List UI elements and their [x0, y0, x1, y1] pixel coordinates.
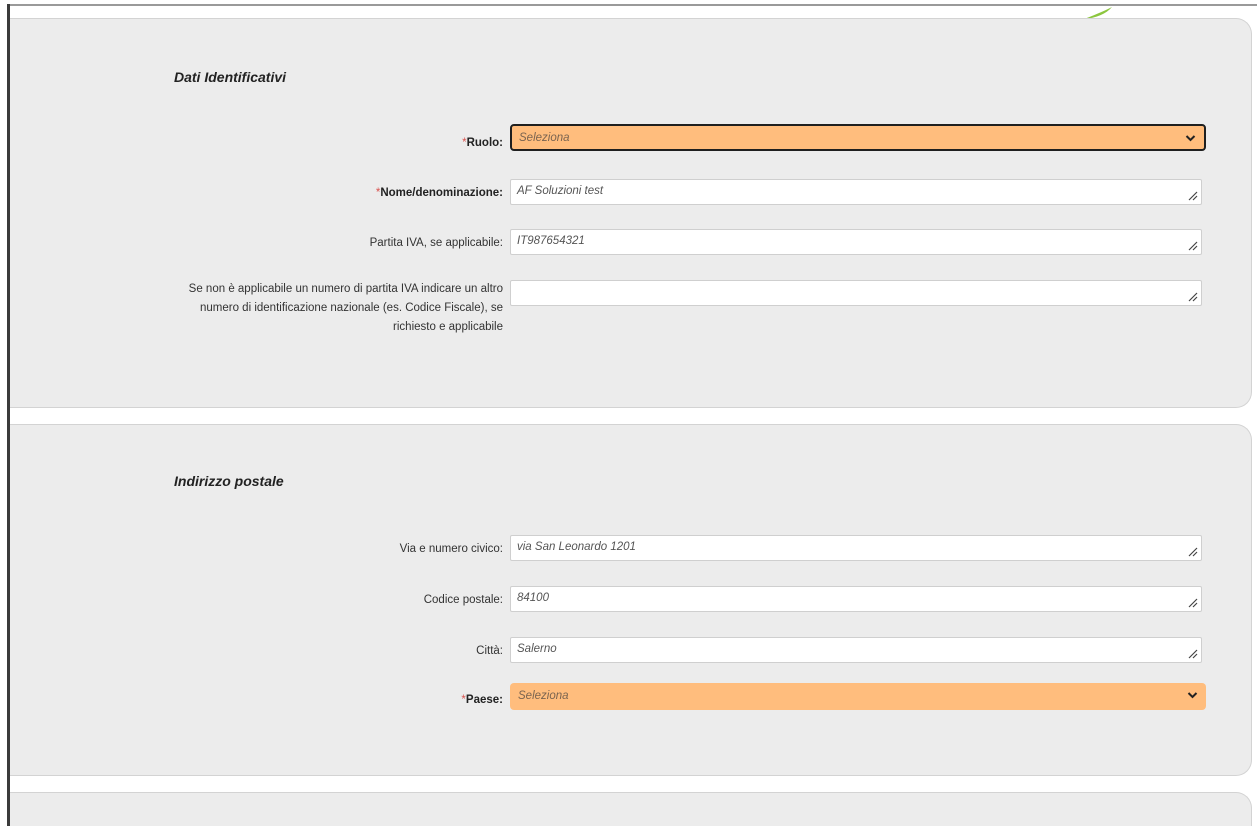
- nome-value: AF Soluzioni test: [517, 185, 604, 197]
- citta-label: Città:: [476, 645, 503, 657]
- cap-value: 84100: [517, 592, 549, 604]
- ruolo-select-value: Seleziona: [519, 132, 570, 144]
- altro-id-label: Se non è applicabile un numero di partit…: [103, 280, 503, 337]
- resize-handle-icon[interactable]: [1188, 547, 1198, 557]
- cap-label: Codice postale:: [423, 594, 503, 606]
- ruolo-label-text: Ruolo:: [466, 137, 503, 149]
- via-textarea[interactable]: via San Leonardo 1201: [510, 535, 1202, 561]
- piva-value: IT987654321: [517, 235, 585, 247]
- chevron-down-icon: [1185, 135, 1196, 142]
- altro-id-label-line-3: richiesto e applicabile: [393, 321, 503, 333]
- top-divider: [7, 4, 1257, 6]
- altro-id-textarea[interactable]: [510, 280, 1202, 306]
- altro-id-label-line-2: numero di identificazione nazionale (es.…: [200, 302, 503, 314]
- paese-label: *Paese:: [103, 691, 503, 709]
- form-page: 1 Dati Identificativi *Ruolo: Seleziona …: [0, 0, 1257, 826]
- section-title-dati: Dati Identificativi: [174, 69, 287, 85]
- nome-label-text: Nome/denominazione:: [380, 187, 503, 199]
- dati-identificativi-panel: Dati Identificativi *Ruolo: Seleziona *N…: [10, 18, 1252, 408]
- resize-handle-icon[interactable]: [1188, 649, 1198, 659]
- next-section-panel: [10, 792, 1252, 826]
- paese-select-value: Seleziona: [518, 690, 569, 702]
- resize-handle-icon[interactable]: [1188, 191, 1198, 201]
- cap-textarea[interactable]: 84100: [510, 586, 1202, 612]
- resize-handle-icon[interactable]: [1188, 598, 1198, 608]
- piva-textarea[interactable]: IT987654321: [510, 229, 1202, 255]
- resize-handle-icon[interactable]: [1188, 241, 1198, 251]
- nome-label: *Nome/denominazione:: [103, 184, 503, 202]
- altro-id-label-line-1: Se non è applicabile un numero di partit…: [188, 283, 503, 295]
- ruolo-select[interactable]: Seleziona: [510, 124, 1206, 151]
- via-label: Via e numero civico:: [399, 543, 503, 555]
- piva-label: Partita IVA, se applicabile:: [369, 237, 503, 249]
- section-title-indirizzo: Indirizzo postale: [174, 473, 284, 489]
- citta-textarea[interactable]: Salerno: [510, 637, 1202, 663]
- resize-handle-icon[interactable]: [1188, 292, 1198, 302]
- nome-textarea[interactable]: AF Soluzioni test: [510, 179, 1202, 205]
- ruolo-label: *Ruolo:: [103, 134, 503, 152]
- chevron-down-icon: [1187, 692, 1198, 699]
- via-value: via San Leonardo 1201: [517, 541, 636, 553]
- citta-value: Salerno: [517, 643, 557, 655]
- paese-label-text: Paese:: [465, 694, 503, 706]
- paese-select[interactable]: Seleziona: [510, 683, 1206, 710]
- indirizzo-postale-panel: Indirizzo postale Via e numero civico: v…: [10, 424, 1252, 776]
